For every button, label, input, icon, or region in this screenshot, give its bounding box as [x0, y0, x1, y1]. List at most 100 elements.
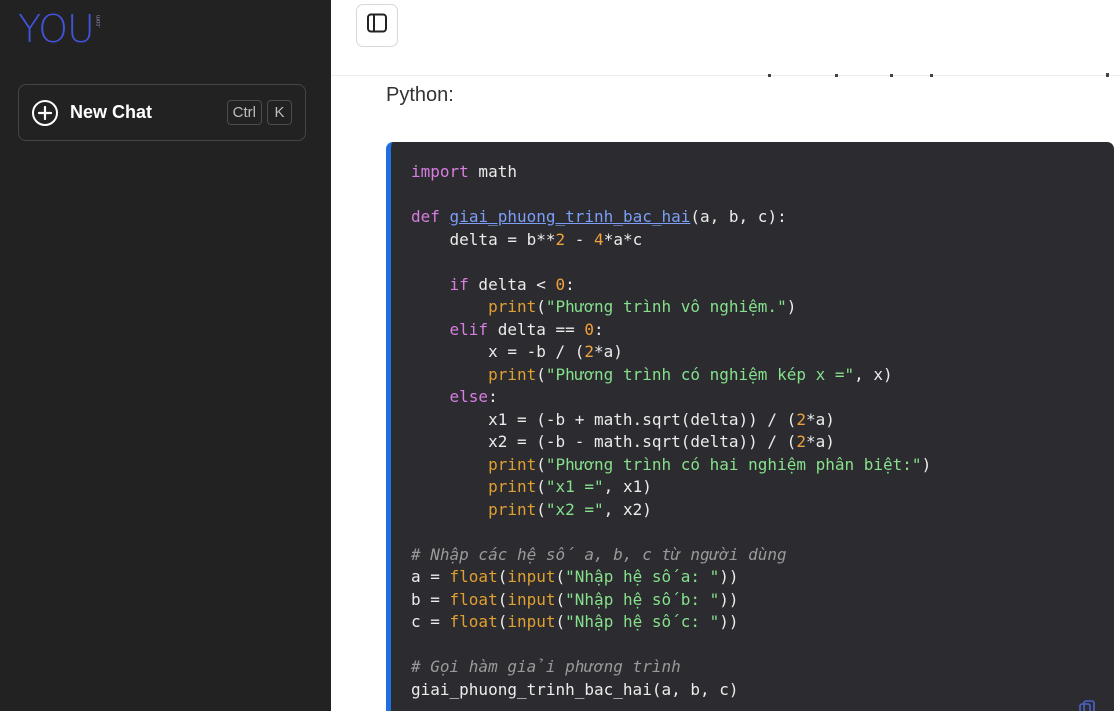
code-token: print: [488, 297, 537, 316]
code-token: (: [555, 589, 566, 609]
code-token: x = -b / (: [411, 342, 585, 361]
code-token: input: [507, 589, 556, 609]
new-chat-label: New Chat: [70, 102, 153, 122]
code-token: # Gọi hàm giải phương trình: [411, 657, 681, 676]
code-line: def giai_phuong_trinh_bac_hai(a, b, c):: [411, 206, 931, 229]
code-token: , x1): [603, 477, 652, 496]
code-token: :: [488, 387, 498, 406]
code-token: def: [411, 207, 440, 226]
code-line: print("Phương trình có hai nghiệm phân b…: [411, 454, 931, 477]
code-token: "Nhập hệ số c: ": [565, 612, 720, 631]
code-token: "x2 =": [545, 499, 604, 519]
code-token: (: [536, 454, 546, 474]
code-token: c =: [411, 612, 450, 631]
code-token: *a*c: [603, 229, 643, 249]
code-line: print("Phương trình vô nghiệm."): [411, 296, 931, 319]
code-token: 2: [796, 409, 806, 429]
code-token: b =: [411, 589, 450, 609]
code-token: "x1 =": [545, 477, 604, 496]
code-token: ): [786, 297, 797, 316]
code-token: 2: [796, 432, 806, 451]
copy-icon[interactable]: [1078, 699, 1096, 711]
shortcut-key-ctrl: Ctrl: [226, 100, 262, 125]
code-token: print: [488, 364, 537, 384]
code-token: float: [449, 612, 498, 631]
code-line: a = float(input("Nhập hệ số a: ")): [411, 566, 931, 589]
code-token: float: [449, 589, 498, 609]
code-line: delta = b**2 - 4*a*c: [411, 229, 931, 252]
code-token: giai_phuong_trinh_bac_hai(a, b, c): [411, 679, 739, 699]
code-token: print: [488, 499, 537, 519]
code-token: (: [536, 364, 546, 384]
code-token: :: [565, 274, 575, 294]
code-token: )): [719, 567, 739, 586]
code-token: 2: [555, 229, 566, 249]
code-token: (: [536, 297, 546, 316]
code-token: delta ==: [488, 319, 585, 339]
code-line: print("x2 =", x2): [411, 499, 931, 522]
code-token: (: [536, 499, 546, 519]
code-token: x2 = (-b - math.sqrt(delta)) / (: [411, 432, 797, 451]
code-token: 0: [555, 274, 566, 294]
sidebar: YOU .com New Chat Ctrl K: [0, 0, 331, 711]
code-line: # Gọi hàm giải phương trình: [411, 656, 931, 679]
code-token: (: [555, 567, 566, 586]
code-token: (a, b, c):: [690, 207, 787, 226]
code-token: print: [488, 477, 537, 496]
code-line: x2 = (-b - math.sqrt(delta)) / (2*a): [411, 431, 931, 454]
code-line: b = float(input("Nhập hệ số b: ")): [411, 589, 931, 612]
code-token: import: [411, 162, 469, 181]
code-token: input: [507, 567, 556, 586]
code-token: float: [449, 567, 498, 586]
code-line: elif delta == 0:: [411, 319, 931, 342]
code-token: delta <: [468, 274, 556, 294]
code-token: (: [555, 612, 566, 631]
keyboard-shortcut: Ctrl K: [226, 100, 292, 125]
code-token: x1 = (-b + math.sqrt(delta)) / (: [411, 409, 797, 429]
code-token: (: [497, 612, 508, 631]
code-token: (: [536, 477, 546, 496]
code-token: "Phương trình vô nghiệm.": [545, 297, 787, 316]
code-line: print("x1 =", x1): [411, 476, 931, 499]
code-token: (: [497, 567, 508, 586]
code-token: 0: [584, 319, 595, 339]
code-token: :: [594, 319, 604, 339]
code-token: "Nhập hệ số a: ": [565, 567, 720, 586]
plus-circle-icon: [32, 99, 58, 126]
code-token: "Nhập hệ số b: ": [565, 589, 720, 609]
code-token: giai_phuong_trinh_bac_hai: [449, 207, 691, 226]
intro-text: Python:: [386, 84, 454, 106]
code-token: math: [468, 162, 517, 181]
code-token: )): [719, 612, 739, 631]
code-token: , x): [854, 364, 893, 384]
sidebar-toggle-button[interactable]: [356, 4, 398, 47]
new-chat-button[interactable]: New Chat Ctrl K: [18, 84, 306, 141]
code-token: if: [449, 274, 469, 294]
code-token: a =: [411, 567, 450, 586]
code-token: delta = b**: [411, 229, 556, 249]
clipped-previous-text: [740, 63, 1120, 77]
code-line: # Nhập các hệ số a, b, c từ người dùng: [411, 544, 931, 567]
code-token: -: [565, 229, 595, 249]
you-logo[interactable]: YOU .com: [18, 7, 102, 51]
logo-text: YOU: [18, 7, 95, 51]
logo-domain: .com: [95, 15, 102, 29]
code-content[interactable]: import math def giai_phuong_trinh_bac_ha…: [411, 161, 931, 701]
code-line: x = -b / (2*a): [411, 341, 931, 364]
code-token: , x2): [603, 499, 652, 519]
code-line: else:: [411, 386, 931, 409]
code-token: )): [719, 589, 739, 609]
code-token: input: [507, 612, 556, 631]
